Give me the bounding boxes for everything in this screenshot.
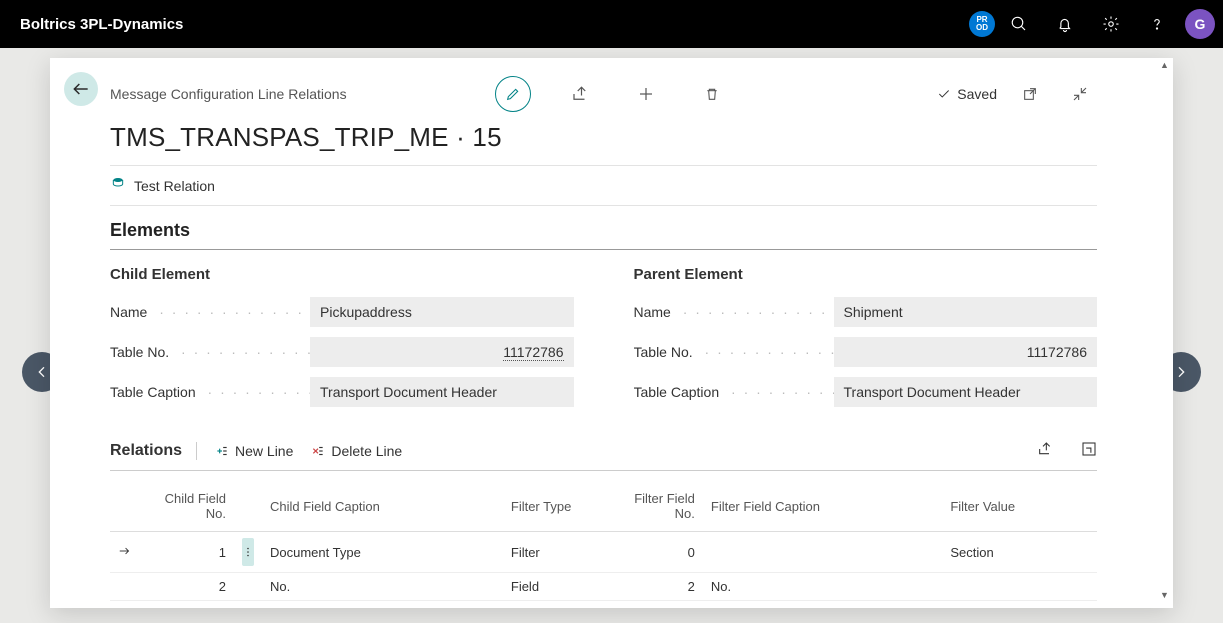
child-tableno-label: Table No. [110,344,310,360]
child-name-label: Name [110,304,310,320]
col-filter-value[interactable]: Filter Value [942,477,1097,532]
col-child-field-caption[interactable]: Child Field Caption [262,477,503,532]
col-child-field-no[interactable]: Child Field No. [144,477,234,532]
new-icon[interactable] [629,77,663,111]
child-tablecaption-value[interactable]: Transport Document Header [310,377,574,407]
delete-icon[interactable] [695,77,729,111]
detail-card: Message Configuration Line Relations [50,58,1173,608]
saved-indicator: Saved [937,86,997,102]
child-tableno-value[interactable]: 11172786 [310,337,574,367]
relations-expand-icon[interactable] [1081,441,1097,460]
edit-button[interactable] [495,76,531,112]
test-relation-button[interactable]: Test Relation [134,178,215,194]
breadcrumb: Message Configuration Line Relations [110,86,347,102]
parent-name-label: Name [634,304,834,320]
environment-badge[interactable]: PR OD [969,11,995,37]
parent-tableno-value[interactable]: 11172786 [834,337,1098,367]
open-new-window-icon[interactable] [1013,77,1047,111]
col-filter-field-no[interactable]: Filter Field No. [603,477,703,532]
table-row[interactable]: 2No.Field2No. [110,573,1097,601]
child-tablecaption-label: Table Caption [110,384,310,400]
cell-filter-field-no[interactable]: 2 [603,573,703,601]
relations-table: Child Field No. Child Field Caption Filt… [110,477,1097,601]
parent-name-value[interactable]: Shipment [834,297,1098,327]
row-menu-button[interactable] [242,538,254,566]
cell-filter-type[interactable]: Field [503,573,603,601]
col-filter-field-caption[interactable]: Filter Field Caption [703,477,942,532]
user-avatar[interactable]: G [1185,9,1215,39]
settings-icon[interactable] [1089,2,1133,46]
new-line-button[interactable]: New Line [215,443,293,459]
app-name: Boltrics 3PL-Dynamics [20,16,183,33]
cell-child-field-no[interactable]: 1 [144,532,234,573]
child-element-group: Child Element Name Pickupaddress Table N… [110,266,574,417]
parent-tableno-label: Table No. [634,344,834,360]
parent-tablecaption-label: Table Caption [634,384,834,400]
test-relation-icon [110,176,126,195]
delete-line-button[interactable]: Delete Line [311,443,402,459]
notification-icon[interactable] [1043,2,1087,46]
cell-child-field-caption[interactable]: No. [262,573,503,601]
help-icon[interactable] [1135,2,1179,46]
cell-filter-field-caption[interactable] [703,532,942,573]
search-icon[interactable] [997,2,1041,46]
row-selected-icon [118,546,132,561]
parent-tablecaption-value[interactable]: Transport Document Header [834,377,1098,407]
cell-child-field-no[interactable]: 2 [144,573,234,601]
cell-filter-value[interactable]: Section [942,532,1097,573]
collapse-icon[interactable] [1063,77,1097,111]
vertical-scrollbar[interactable] [1157,58,1173,608]
share-icon[interactable] [563,77,597,111]
relations-share-icon[interactable] [1037,441,1053,460]
page-title: TMS_TRANSPAS_TRIP_ME · 15 [110,122,1097,153]
child-element-heading: Child Element [110,266,574,283]
cell-filter-field-no[interactable]: 0 [603,532,703,573]
table-row[interactable]: 1 Document TypeFilter0 Section [110,532,1097,573]
col-filter-type[interactable]: Filter Type [503,477,603,532]
child-name-value[interactable]: Pickupaddress [310,297,574,327]
cell-child-field-caption[interactable]: Document Type [262,532,503,573]
cell-filter-type[interactable]: Filter [503,532,603,573]
section-elements-title[interactable]: Elements [110,206,1097,250]
top-app-bar: Boltrics 3PL-Dynamics PR OD G [0,0,1223,48]
cell-filter-value[interactable] [942,573,1097,601]
relations-title[interactable]: Relations [110,442,197,460]
cell-filter-field-caption[interactable]: No. [703,573,942,601]
parent-element-group: Parent Element Name Shipment Table No. 1… [634,266,1098,417]
parent-element-heading: Parent Element [634,266,1098,283]
